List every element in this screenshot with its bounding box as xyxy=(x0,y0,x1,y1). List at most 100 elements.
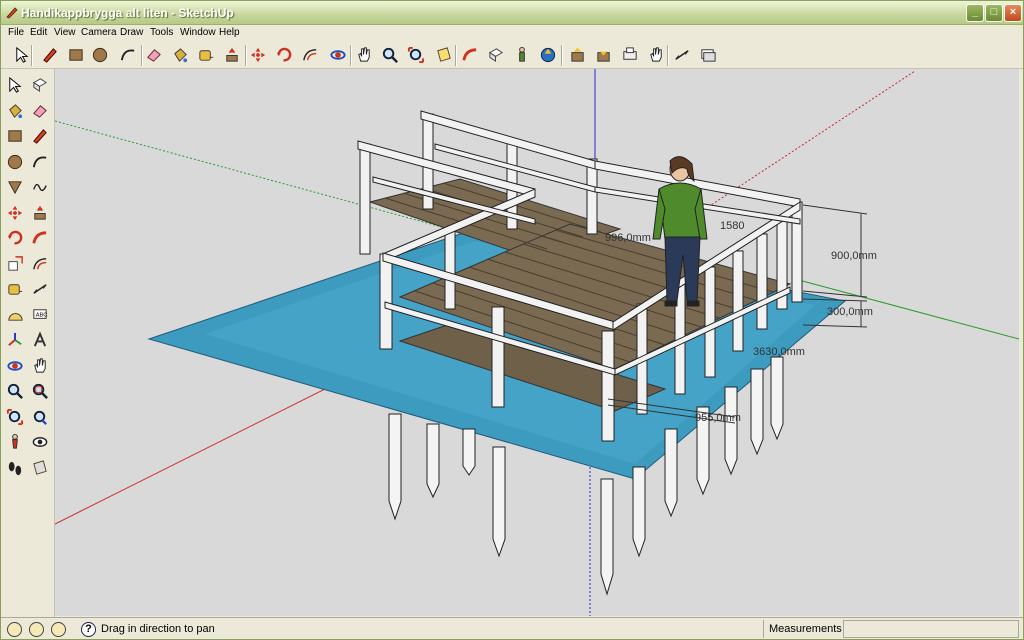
offset-icon[interactable] xyxy=(29,253,51,275)
follow-me-icon[interactable] xyxy=(29,227,51,249)
move-icon[interactable] xyxy=(247,44,269,66)
move-icon[interactable] xyxy=(4,202,26,224)
menu-view[interactable]: View xyxy=(54,27,76,38)
paint-bucket-icon[interactable] xyxy=(169,44,191,66)
toolbar-separator xyxy=(31,45,33,66)
eraser-icon[interactable] xyxy=(29,100,51,122)
follow-me-icon[interactable] xyxy=(459,44,481,66)
credits-icon[interactable] xyxy=(29,622,44,637)
dimension-label: 3630,0mm xyxy=(753,346,805,358)
help-icon[interactable]: ? xyxy=(81,622,96,637)
walk-icon[interactable] xyxy=(4,457,26,479)
menu-window[interactable]: Window xyxy=(180,27,216,38)
export-icon[interactable] xyxy=(593,44,615,66)
previous-view-icon[interactable] xyxy=(29,406,51,428)
dimension-icon[interactable] xyxy=(671,44,693,66)
rectangle-icon[interactable] xyxy=(65,44,87,66)
line-icon[interactable] xyxy=(29,125,51,147)
3d-text-icon[interactable] xyxy=(29,329,51,351)
section-icon[interactable] xyxy=(29,457,51,479)
hand-icon[interactable] xyxy=(645,44,667,66)
orbit-icon[interactable] xyxy=(327,44,349,66)
zoom-extents-icon[interactable] xyxy=(4,406,26,428)
menu-draw[interactable]: Draw xyxy=(120,27,143,38)
rotate-icon[interactable] xyxy=(4,227,26,249)
menu-camera[interactable]: Camera xyxy=(81,27,117,38)
zoom-window-icon[interactable] xyxy=(29,380,51,402)
position-camera-icon[interactable] xyxy=(4,431,26,453)
layers-icon[interactable] xyxy=(697,44,719,66)
main-toolbar xyxy=(1,42,1023,69)
model-scene[interactable]: 996,0mm 1580 900,0mm 300,0mm 3630,0mm 95… xyxy=(55,69,1019,616)
protractor-icon[interactable] xyxy=(4,304,26,326)
dimension-icon[interactable] xyxy=(29,278,51,300)
pan-icon[interactable] xyxy=(29,355,51,377)
measurements-box[interactable] xyxy=(843,620,1019,638)
look-around-icon[interactable] xyxy=(29,431,51,453)
arc-icon[interactable] xyxy=(29,151,51,173)
arc-icon[interactable] xyxy=(117,44,139,66)
freehand-icon[interactable] xyxy=(29,176,51,198)
title-bar[interactable]: Handikappbrygga alt liten - SketchUp _ □… xyxy=(1,1,1023,25)
menu-bar: File Edit View Camera Draw Tools Window … xyxy=(1,25,1023,42)
import-icon[interactable] xyxy=(567,44,589,66)
rectangle-icon[interactable] xyxy=(4,125,26,147)
orbit-icon[interactable] xyxy=(4,355,26,377)
zoom-icon[interactable] xyxy=(379,44,401,66)
user-icon[interactable] xyxy=(51,622,66,637)
status-text: Drag in direction to pan xyxy=(101,623,215,635)
pencil-icon[interactable] xyxy=(39,44,61,66)
minimize-button[interactable]: _ xyxy=(966,4,984,22)
rotate-icon[interactable] xyxy=(273,44,295,66)
toolbar-separator xyxy=(245,45,247,66)
sketchup-app-icon xyxy=(6,7,18,19)
menu-file[interactable]: File xyxy=(8,27,24,38)
person-icon[interactable] xyxy=(511,44,533,66)
component-icon[interactable] xyxy=(485,44,507,66)
status-bar: ? Drag in direction to pan Measurements xyxy=(1,617,1023,639)
tape-measure-icon[interactable] xyxy=(4,278,26,300)
dimension-label: 900,0mm xyxy=(831,250,877,262)
tape-measure-icon[interactable] xyxy=(195,44,217,66)
toolbar-separator xyxy=(141,45,143,66)
dimension-label: 955,0mm xyxy=(695,412,741,424)
eraser-icon[interactable] xyxy=(143,44,165,66)
zoom-icon[interactable] xyxy=(4,380,26,402)
axes-icon[interactable] xyxy=(4,329,26,351)
measurements-label: Measurements xyxy=(769,623,842,635)
menu-help[interactable]: Help xyxy=(219,27,240,38)
upload-icon[interactable] xyxy=(537,44,559,66)
status-divider xyxy=(763,620,764,638)
model-viewport[interactable]: 996,0mm 1580 900,0mm 300,0mm 3630,0mm 95… xyxy=(55,69,1019,616)
zoom-extents-icon[interactable] xyxy=(405,44,427,66)
sketchup-window: Handikappbrygga alt liten - SketchUp _ □… xyxy=(0,0,1024,640)
geolocation-icon[interactable] xyxy=(7,622,22,637)
polygon-icon[interactable] xyxy=(4,176,26,198)
section-plane-icon[interactable] xyxy=(433,44,455,66)
print-icon[interactable] xyxy=(619,44,641,66)
close-button[interactable]: × xyxy=(1004,4,1022,22)
push-pull-icon[interactable] xyxy=(221,44,243,66)
dimension-label: 996,0mm xyxy=(605,232,651,244)
menu-edit[interactable]: Edit xyxy=(30,27,47,38)
circle-icon[interactable] xyxy=(4,151,26,173)
menu-tools[interactable]: Tools xyxy=(150,27,173,38)
toolbar-separator xyxy=(455,45,457,66)
offset-icon[interactable] xyxy=(299,44,321,66)
select-icon[interactable] xyxy=(4,74,26,96)
paint-bucket-icon[interactable] xyxy=(4,100,26,122)
pan-icon[interactable] xyxy=(353,44,375,66)
push-pull-icon[interactable] xyxy=(29,202,51,224)
text-icon[interactable]: ABC xyxy=(29,304,51,326)
toolbar-separator xyxy=(350,45,352,66)
window-title: Handikappbrygga alt liten - SketchUp xyxy=(21,6,234,20)
circle-icon[interactable] xyxy=(89,44,111,66)
dimension-label: 300,0mm xyxy=(827,306,873,318)
toolbar-separator xyxy=(667,45,669,66)
scale-icon[interactable] xyxy=(4,253,26,275)
svg-text:ABC: ABC xyxy=(36,312,48,318)
maximize-button[interactable]: □ xyxy=(985,4,1003,22)
make-component-icon[interactable] xyxy=(29,74,51,96)
select-icon[interactable] xyxy=(11,44,33,66)
dimension-label: 1580 xyxy=(720,220,744,232)
